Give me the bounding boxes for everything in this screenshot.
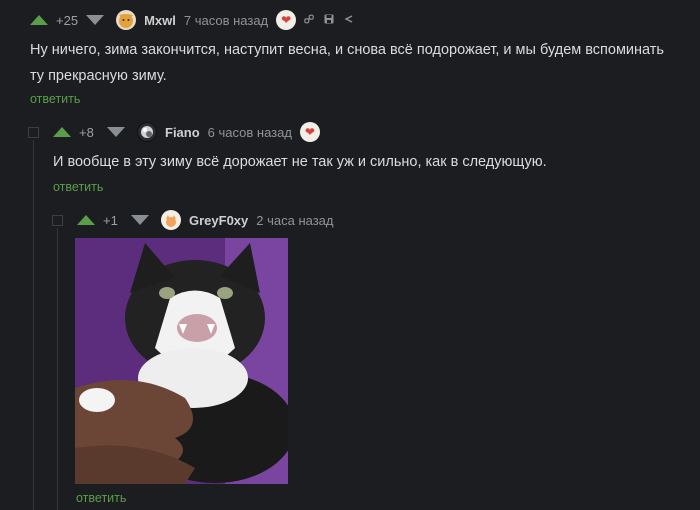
vote-down-button[interactable] — [86, 15, 105, 25]
link-icon[interactable] — [304, 14, 314, 27]
share-icon[interactable] — [344, 14, 354, 27]
timestamp[interactable]: 7 часов назад — [184, 13, 268, 28]
comment-header: +25 Mxwl 7 часов назад ❤ — [30, 9, 364, 31]
comment-rating: +8 — [79, 124, 94, 140]
vote-down-button[interactable] — [107, 127, 125, 137]
thread-line[interactable] — [57, 228, 58, 510]
heart-badge-icon: ❤ — [276, 10, 297, 30]
vote-down-button[interactable] — [131, 215, 149, 225]
avatar[interactable] — [161, 210, 181, 230]
vote-up-button[interactable] — [30, 15, 48, 25]
vote-up-button[interactable] — [77, 215, 95, 225]
reply-link[interactable]: ответить — [53, 180, 103, 194]
username[interactable]: Mxwl — [144, 13, 176, 28]
thread-line[interactable] — [33, 140, 34, 510]
avatar[interactable] — [137, 122, 157, 142]
timestamp[interactable]: 2 часа назад — [256, 213, 333, 228]
reply-link[interactable]: ответить — [30, 92, 80, 106]
comment-text: Ну ничего, зима закончится, наступит вес… — [30, 42, 664, 84]
vote-up-button[interactable] — [53, 127, 71, 137]
timestamp[interactable]: 6 часов назад — [208, 125, 292, 140]
collapse-toggle[interactable] — [28, 127, 39, 138]
comment-header: +8 Fiano 6 часов назад ❤ — [53, 121, 328, 143]
cat-photo[interactable] — [75, 238, 288, 484]
comment-rating: +25 — [56, 12, 79, 28]
save-icon[interactable] — [324, 14, 334, 27]
username[interactable]: GreyF0xy — [189, 213, 248, 228]
username[interactable]: Fiano — [165, 125, 200, 140]
comment-text: И вообще в эту зиму всё дорожает не так … — [53, 154, 547, 170]
avatar[interactable] — [116, 10, 137, 30]
comment-header: +1 GreyF0xy 2 часа назад — [77, 209, 342, 231]
collapse-toggle[interactable] — [52, 215, 63, 226]
comment-rating: +1 — [103, 212, 118, 228]
heart-badge-icon: ❤ — [299, 122, 320, 142]
reply-link[interactable]: ответить — [76, 491, 126, 505]
